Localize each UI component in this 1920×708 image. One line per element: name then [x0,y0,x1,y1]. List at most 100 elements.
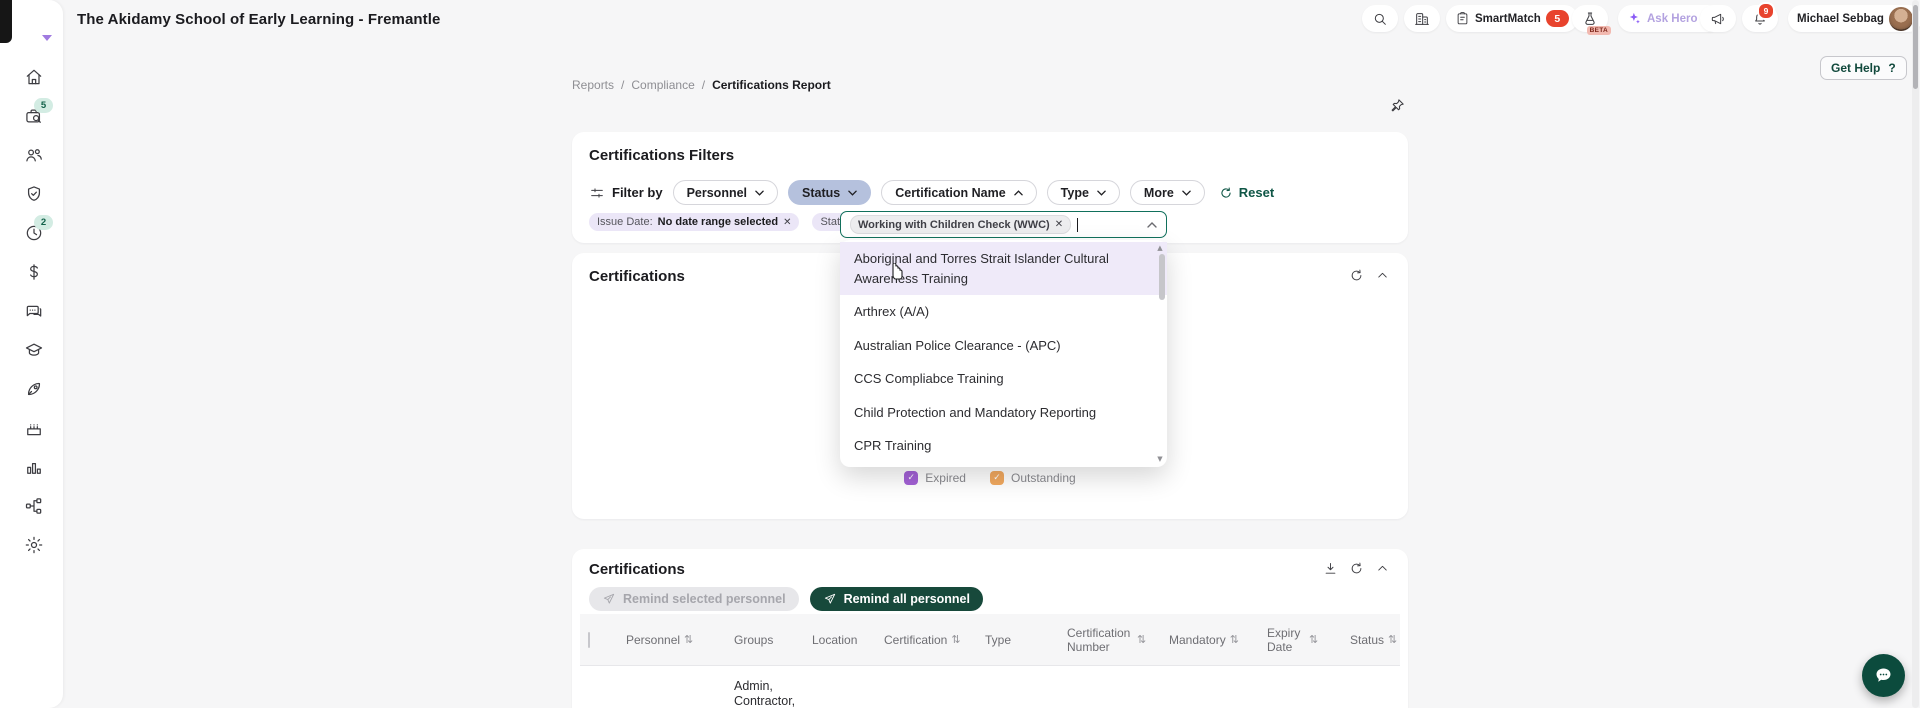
option-item[interactable]: CCS Compliabce Training [840,362,1167,396]
chevron-down-icon [848,190,857,196]
sort-icon[interactable]: ⇅ [951,633,960,646]
sort-icon[interactable]: ⇅ [684,633,693,646]
cell-groups: Admin, Contractor, Educator, [726,666,804,708]
reset-filters-button[interactable]: Reset [1219,185,1274,200]
page-scrollbar[interactable] [1912,0,1919,708]
filter-personnel-button[interactable]: Personnel [672,180,779,205]
notifications-button[interactable]: 9 [1742,2,1778,32]
sidebar-item-compliance[interactable] [24,184,44,204]
filter-more-label: More [1143,185,1174,200]
brand-logo [0,0,12,43]
column-status[interactable]: Status ⇅ [1342,614,1400,666]
collapse-chart-button[interactable] [1375,268,1390,283]
get-help-button[interactable]: Get Help ? [1820,56,1907,80]
sidebar-item-learning[interactable] [24,340,44,360]
chevron-up-icon[interactable] [1147,221,1157,228]
announcements-button[interactable] [1700,5,1736,32]
legend-label: Expired [925,471,966,485]
breadcrumb-reports[interactable]: Reports [572,78,614,92]
cake-icon [27,424,41,436]
sidebar-item-celebrations[interactable] [24,418,44,438]
chip-value: No date range selected [657,216,779,228]
sidebar-item-payroll[interactable] [24,262,44,282]
column-expiry-date[interactable]: Expiry Date ⇅ [1259,614,1342,666]
sort-icon[interactable]: ⇅ [1137,633,1146,646]
graduation-cap-icon [25,343,43,356]
certification-name-combobox[interactable]: Working with Children Check (WWC) ✕ [840,211,1167,238]
chart-legend: ✓ Expired ✓ Outstanding [572,471,1408,485]
group-value: Admin, [734,679,773,693]
remind-selected-personnel-button[interactable]: Remind selected personnel [589,587,799,611]
sidebar-item-settings[interactable] [24,535,44,555]
option-item[interactable]: CPR Training [840,429,1167,463]
table-row[interactable]: Admin, Contractor, Educator, [580,666,1400,708]
breadcrumb-compliance[interactable]: Compliance [631,78,694,92]
column-certification[interactable]: Certification ⇅ [876,614,977,666]
download-icon [1325,563,1336,574]
filter-more-button[interactable]: More [1129,180,1205,205]
breadcrumb-current: Certifications Report [712,78,831,92]
column-location: Location [804,614,876,666]
search-button[interactable] [1362,5,1398,32]
sort-icon[interactable]: ⇅ [1230,633,1239,646]
smartmatch-button[interactable]: SmartMatch 5 [1446,5,1578,32]
download-table-button[interactable] [1323,561,1338,576]
dropdown-scrollbar-thumb[interactable] [1159,254,1165,300]
sidebar-item-home[interactable] [24,67,44,87]
sidebar-item-reports[interactable] [24,457,44,477]
option-item[interactable]: Child Protection and Mandatory Reporting [840,396,1167,430]
legend-outstanding[interactable]: ✓ Outstanding [989,471,1076,485]
sort-icon[interactable]: ⇅ [1309,633,1318,646]
select-all-checkbox[interactable] [588,631,590,648]
column-mandatory[interactable]: Mandatory ⇅ [1161,614,1259,666]
column-groups: Groups [726,614,804,666]
sort-icon[interactable]: ⇅ [1388,633,1397,646]
send-icon [824,593,835,604]
remove-chip-icon[interactable]: ✕ [783,217,791,228]
column-personnel[interactable]: Personnel ⇅ [618,614,726,666]
collapse-table-button[interactable] [1375,561,1390,576]
remind-all-personnel-button[interactable]: Remind all personnel [809,587,983,611]
cell-certification [876,666,977,708]
cell-expiry-date [1259,666,1342,708]
filters-title: Certifications Filters [589,147,735,164]
scrollbar-thumb[interactable] [1913,5,1918,89]
pin-page-icon[interactable] [1389,97,1406,114]
user-name: Michael Sebbag [1797,12,1884,25]
filter-certification-name-button[interactable]: Certification Name [881,180,1037,205]
chat-widget-button[interactable] [1862,654,1905,697]
cell-certification-number [1059,666,1161,708]
filter-type-label: Type [1060,185,1089,200]
sidebar-item-people[interactable] [24,145,44,165]
user-menu-button[interactable]: Michael Sebbag [1788,5,1920,32]
sidebar-item-growth[interactable] [24,379,44,399]
remove-tag-icon[interactable]: ✕ [1055,219,1063,230]
text-caret [1077,217,1079,232]
sidebar-item-org-chart[interactable] [24,496,44,516]
filter-type-button[interactable]: Type [1046,180,1120,205]
refresh-chart-button[interactable] [1349,268,1364,283]
filter-by: Filter by [589,185,663,201]
option-item[interactable]: Aboriginal and Torres Strait Islander Cu… [840,242,1167,295]
refresh-table-button[interactable] [1349,561,1364,576]
sidebar-item-messages[interactable] [24,301,44,321]
column-certification-number[interactable]: Certification Number ⇅ [1059,614,1161,666]
people-icon [26,149,42,162]
filter-status-button[interactable]: Status [788,180,872,205]
filter-certification-name-label: Certification Name [895,185,1006,200]
company-switcher-button[interactable] [1404,5,1440,32]
labs-button[interactable]: BETA [1572,5,1611,35]
workspace-chevron-icon[interactable] [42,35,52,41]
option-item[interactable]: Australian Police Clearance - (APC) [840,329,1167,363]
question-mark-icon: ? [1888,61,1896,75]
app-root: 5 2 The Akidamy School of Early Learning… [0,0,1920,708]
legend-expired[interactable]: ✓ Expired [904,471,966,485]
sidebar-item-hiring[interactable]: 5 [24,98,53,126]
legend-label: Outstanding [1010,471,1076,485]
option-item[interactable]: Arthrex (A/A) [840,295,1167,329]
refresh-icon [1351,562,1362,574]
sidebar-item-time[interactable]: 2 [24,215,53,243]
checkbox-checked-icon[interactable]: ✓ [904,471,919,485]
checkbox-checked-icon[interactable]: ✓ [989,471,1004,485]
cell-status [1342,666,1400,708]
